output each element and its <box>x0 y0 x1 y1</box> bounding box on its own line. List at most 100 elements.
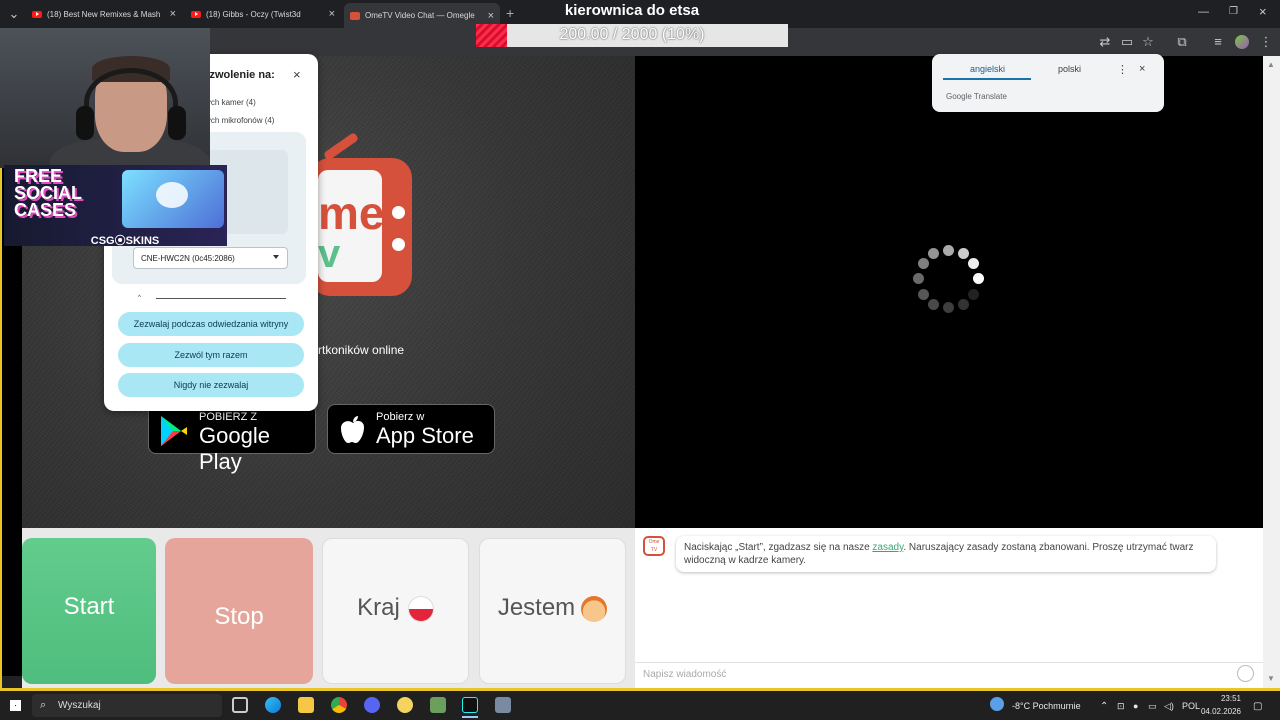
bookmark-star-icon[interactable]: ☆ <box>1140 34 1156 50</box>
windows-start-icon[interactable] <box>10 700 21 711</box>
scroll-up-icon[interactable]: ▲ <box>1267 60 1275 69</box>
youtube-icon <box>32 10 42 18</box>
clock-date[interactable]: 04.02.2026 <box>1196 707 1241 716</box>
case-image <box>122 170 224 228</box>
country-button[interactable]: Kraj <box>322 538 469 684</box>
close-icon[interactable]: × <box>323 8 335 20</box>
apple-icon <box>341 416 364 443</box>
stream-goal-title: kierownica do etsa <box>564 2 700 19</box>
system-message: Naciskając „Start”, zgadzasz się na nasz… <box>676 536 1216 572</box>
emoji-icon[interactable] <box>1237 665 1254 682</box>
never-allow-button[interactable]: Nigdy nie zezwalaj <box>118 373 304 397</box>
cast-icon[interactable]: ▭ <box>1119 34 1135 50</box>
volume-icon[interactable]: ◁) <box>1164 701 1174 712</box>
discord-icon[interactable] <box>364 697 380 713</box>
task-view-icon[interactable] <box>232 697 248 713</box>
tab-search-icon[interactable]: ⌄ <box>6 6 22 22</box>
active-app-indicator <box>462 716 478 718</box>
mic-icon[interactable]: ● <box>1133 701 1138 711</box>
scrollbar[interactable]: ▲ ▼ <box>1263 56 1280 688</box>
gender-label: Jestem <box>497 594 576 621</box>
extensions-icon[interactable]: ⧉ <box>1174 34 1190 50</box>
message-input[interactable]: Napisz wiadomość <box>635 662 1263 688</box>
translate-icon[interactable]: ⇄ <box>1097 34 1113 50</box>
close-icon[interactable]: × <box>164 8 176 20</box>
chevron-down-icon <box>273 255 279 259</box>
google-translate-brand: Google Translate <box>946 92 1007 101</box>
weather-text[interactable]: -8°C Pochmurnie <box>1012 701 1081 711</box>
chevron-up-icon[interactable]: ⌃ <box>1100 701 1108 712</box>
taskbar-search[interactable]: Wyszukaj <box>32 694 222 717</box>
tv-knob-icon <box>392 238 405 251</box>
rules-link[interactable]: zasady <box>872 542 903 553</box>
allow-this-time-button[interactable]: Zezwól tym razem <box>118 343 304 367</box>
tab-label: (18) Best New Remixes & Mash <box>47 9 161 19</box>
scroll-down-icon[interactable]: ▼ <box>1267 674 1275 683</box>
online-count-text: rtkoników online <box>318 343 405 357</box>
stop-button[interactable]: Stop <box>165 538 313 684</box>
display-icon[interactable]: ▭ <box>1148 701 1157 712</box>
message-text: Naciskając „Start”, zgadzasz się na nasz… <box>684 542 873 553</box>
app-icon[interactable] <box>397 697 413 713</box>
mic-icon: ^ <box>138 295 141 301</box>
tab-remixes[interactable]: (18) Best New Remixes & Mash × <box>26 4 182 24</box>
app-store-button[interactable]: Pobierz w App Store <box>327 404 495 454</box>
media-icon[interactable]: ≡ <box>1210 34 1226 50</box>
spinner-dot <box>973 273 984 284</box>
network-icon[interactable]: ⊡ <box>1117 701 1125 712</box>
youtube-icon <box>191 10 201 18</box>
mic-level: ^ <box>122 289 292 301</box>
chrome-icon[interactable] <box>331 697 347 713</box>
spinner-dot <box>958 248 969 259</box>
progress-text: 200.00 / 2000 (10%) <box>559 26 705 43</box>
translate-lang-active[interactable]: angielski <box>970 64 1005 74</box>
remote-video <box>635 56 1263 528</box>
more-options-icon[interactable]: ⋮ <box>1117 63 1128 76</box>
google-play-button[interactable]: POBIERZ Z Google Play <box>148 404 316 474</box>
tiktok-icon[interactable] <box>462 697 478 713</box>
stop-label: Stop <box>214 603 264 630</box>
close-icon[interactable]: × <box>1139 63 1145 75</box>
restore-icon[interactable]: ❐ <box>1229 6 1238 17</box>
store-small-label: POBIERZ Z <box>199 411 258 423</box>
country-label: Kraj <box>357 594 400 621</box>
camera-select[interactable]: CNE-HWC2N (0c45:2086) <box>133 247 288 269</box>
notification-icon[interactable]: ▢ <box>1253 701 1262 712</box>
tab-label: (18) Gibbs - Oczy (Twist3d <box>206 9 301 19</box>
profile-avatar[interactable] <box>1235 35 1249 49</box>
start-button[interactable]: Start <box>22 538 156 684</box>
minimize-icon[interactable]: — <box>1198 6 1209 18</box>
translate-popup <box>932 54 1164 112</box>
spinner-dot <box>913 273 924 284</box>
tv-knob-icon <box>392 206 405 219</box>
game-icon[interactable] <box>495 697 511 713</box>
tab-gibbs[interactable]: (18) Gibbs - Oczy (Twist3d × <box>185 4 341 24</box>
stream-goal-progress: 200.00 / 2000 (10%) <box>476 24 788 47</box>
store-big-label: Google Play <box>199 423 270 474</box>
search-icon: ⌕ <box>40 699 47 711</box>
start-label: Start <box>63 593 115 620</box>
discord-logo-icon <box>156 182 188 208</box>
spinner-dot <box>958 299 969 310</box>
boy-face-icon <box>581 595 608 622</box>
store-big-label: App Store <box>376 423 474 448</box>
translate-lang-other[interactable]: polski <box>1058 64 1081 74</box>
notepad-icon[interactable] <box>430 697 446 713</box>
ad-headline: FREE SOCIAL CASES <box>14 166 82 220</box>
poland-flag-icon <box>407 595 434 622</box>
clock-time[interactable]: 23:51 <box>1205 694 1241 703</box>
google-play-icon <box>161 416 187 446</box>
close-icon[interactable]: × <box>293 67 301 82</box>
spinner-dot <box>918 289 929 300</box>
edge-icon[interactable] <box>265 697 281 713</box>
mic-level-line <box>156 298 286 299</box>
menu-icon[interactable]: ⋮ <box>1258 34 1274 50</box>
active-tab-underline <box>943 78 1031 80</box>
gender-button[interactable]: Jestem <box>479 538 626 684</box>
allow-while-visiting-button[interactable]: Zezwalaj podczas odwiedzania witryny <box>118 312 304 336</box>
file-explorer-icon[interactable] <box>298 697 314 713</box>
window-close-icon[interactable]: × <box>1259 4 1267 19</box>
tab-label: OmeTV Video Chat — Omegle <box>365 11 475 20</box>
headset-icon <box>84 68 178 138</box>
spinner-dot <box>928 248 939 259</box>
